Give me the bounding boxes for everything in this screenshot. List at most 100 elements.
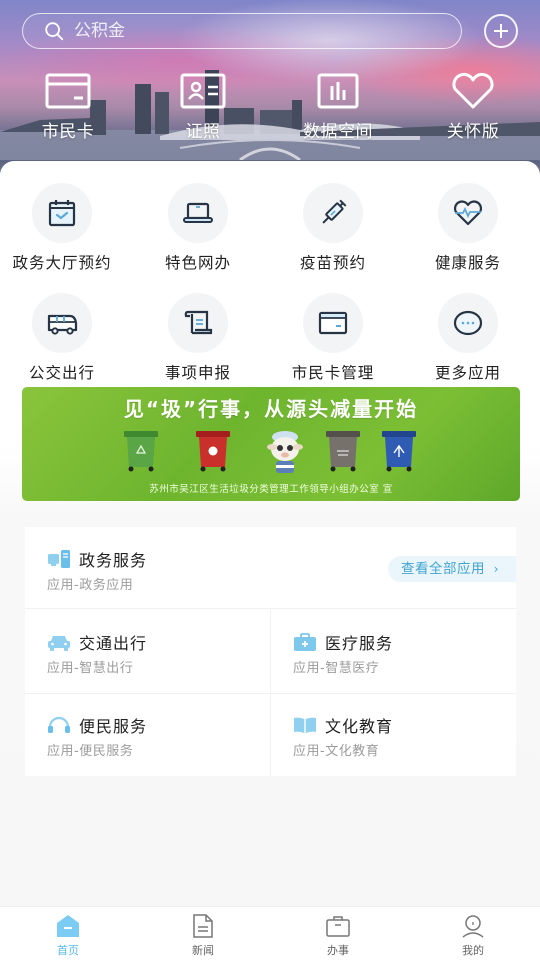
icon-circle [168, 183, 228, 243]
app-item-declaration[interactable]: 事项申报 [133, 293, 263, 383]
headset-icon [48, 716, 70, 733]
plus-circle-icon [494, 24, 508, 38]
service-title-row: 政务服务 [47, 547, 147, 571]
quick-item-label: 数据空间 [303, 122, 373, 142]
app-label: 疫苗预约 [299, 254, 366, 272]
search-bar[interactable] [22, 13, 462, 49]
mascot-image [267, 431, 303, 473]
bus-icon [47, 314, 78, 335]
government-icon [48, 550, 70, 568]
service-title: 医疗服务 [325, 634, 394, 653]
banner-caption: 苏州市吴江区生活垃圾分类管理工作领导小组办公室 宣 [149, 484, 393, 495]
service-government[interactable]: 政务服务 应用-政务应用 查看全部应用 › [25, 527, 516, 609]
app-vaccine-appointment[interactable]: 疫苗预约 [268, 183, 398, 273]
quick-item-citizen-card[interactable]: 市民卡 [8, 72, 128, 142]
icon-circle [32, 293, 92, 353]
search-input[interactable] [74, 21, 374, 41]
service-title: 政务服务 [79, 551, 148, 570]
tab-news[interactable]: 新闻 [163, 913, 243, 958]
service-title-row: 医疗服务 [293, 630, 393, 654]
green-bin-icon [124, 431, 158, 472]
icon-circle [303, 293, 363, 353]
user-icon [462, 915, 484, 938]
icon-circle [32, 183, 92, 243]
app-public-transport[interactable]: 公交出行 [0, 293, 127, 383]
quick-item-label: 关怀版 [446, 122, 500, 142]
service-convenience[interactable]: 便民服务 应用-便民服务 [25, 693, 270, 776]
car-icon [48, 636, 70, 651]
icon-circle [438, 293, 498, 353]
card-icon [45, 73, 91, 109]
calendar-check-icon [48, 200, 76, 227]
quick-item-label: 证照 [185, 122, 221, 142]
briefcase-icon [326, 916, 350, 937]
banner-title: 见“圾”行事，从源头减量开始 [123, 397, 419, 421]
tab-label: 办事 [327, 944, 349, 957]
add-button[interactable] [484, 14, 518, 48]
scroll-icon [184, 310, 213, 335]
quick-item-label: 市民卡 [41, 122, 95, 142]
service-subtitle: 应用-政务应用 [47, 578, 134, 593]
tab-home[interactable]: 首页 [28, 913, 108, 958]
app-label: 政务大厅预约 [12, 254, 112, 272]
view-all-apps-button[interactable]: 查看全部应用 › [388, 556, 516, 582]
laptop-icon [183, 202, 213, 223]
quick-item-care-mode[interactable]: 关怀版 [413, 72, 533, 142]
promo-banner[interactable]: 见“圾”行事，从源头减量开始 苏州市吴江区生活垃圾分类管理工作领导小组办公室 宣 [22, 387, 520, 501]
book-icon [294, 717, 316, 733]
service-transport[interactable]: 交通出行 应用-智慧出行 [25, 610, 270, 693]
tab-label: 新闻 [192, 944, 214, 957]
bottom-tab-bar: 首页 新闻 办事 我的 [0, 906, 540, 960]
syringe-icon [322, 199, 347, 224]
id-card-icon [180, 73, 226, 109]
app-label: 事项申报 [164, 364, 231, 382]
tab-services[interactable]: 办事 [298, 913, 378, 958]
app-citizen-card-management[interactable]: 市民卡管理 [268, 293, 398, 383]
service-medical[interactable]: 医疗服务 应用-智慧医疗 [271, 610, 516, 693]
hero-banner: 市民卡 证照 数据空间 关怀版 [0, 0, 540, 180]
service-culture-education[interactable]: 文化教育 应用-文化教育 [271, 693, 516, 776]
blue-bin-icon [382, 431, 416, 472]
heart-icon [452, 72, 494, 109]
icon-circle [303, 183, 363, 243]
app-label: 公交出行 [28, 364, 95, 382]
service-subtitle: 应用-文化教育 [293, 744, 380, 759]
app-label: 特色网办 [164, 254, 231, 272]
icon-circle [438, 183, 498, 243]
tab-label: 我的 [462, 944, 484, 957]
quick-item-data-space[interactable]: 数据空间 [278, 72, 398, 142]
service-subtitle: 应用-便民服务 [47, 744, 134, 759]
app-label: 市民卡管理 [291, 364, 375, 382]
icon-circle [168, 293, 228, 353]
quick-access-row: 市民卡 证照 数据空间 关怀版 [0, 72, 540, 142]
quick-item-certificates[interactable]: 证照 [143, 72, 263, 142]
service-title-row: 便民服务 [47, 713, 147, 737]
document-icon [193, 914, 213, 938]
services-card: 政务服务 应用-政务应用 查看全部应用 › 交通出行 应用-智慧出行 医疗服务 … [25, 527, 516, 776]
red-bin-icon [196, 431, 230, 472]
app-online-services[interactable]: 特色网办 [133, 183, 263, 273]
service-title: 文化教育 [325, 717, 394, 736]
search-icon [45, 22, 64, 41]
card-icon [318, 311, 348, 335]
bar-chart-icon [317, 73, 359, 109]
app-more-apps[interactable]: 更多应用 [403, 293, 533, 383]
app-label: 更多应用 [434, 364, 501, 382]
app-hall-appointment[interactable]: 政务大厅预约 [0, 183, 127, 273]
service-title-row: 交通出行 [47, 630, 147, 654]
service-title: 便民服务 [79, 717, 148, 736]
gray-bin-icon [326, 431, 360, 472]
service-title: 交通出行 [79, 634, 148, 653]
medical-kit-icon [294, 633, 316, 651]
service-subtitle: 应用-智慧医疗 [293, 661, 380, 676]
home-icon [57, 915, 79, 937]
tab-profile[interactable]: 我的 [433, 913, 513, 958]
tab-label: 首页 [57, 944, 79, 957]
chevron-right-icon: › [493, 562, 500, 576]
app-health-services[interactable]: 健康服务 [403, 183, 533, 273]
app-label: 健康服务 [434, 254, 501, 272]
heart-pulse-icon [453, 200, 483, 226]
service-subtitle: 应用-智慧出行 [47, 661, 134, 676]
service-title-row: 文化教育 [293, 713, 393, 737]
view-all-label: 查看全部应用 [401, 561, 485, 577]
